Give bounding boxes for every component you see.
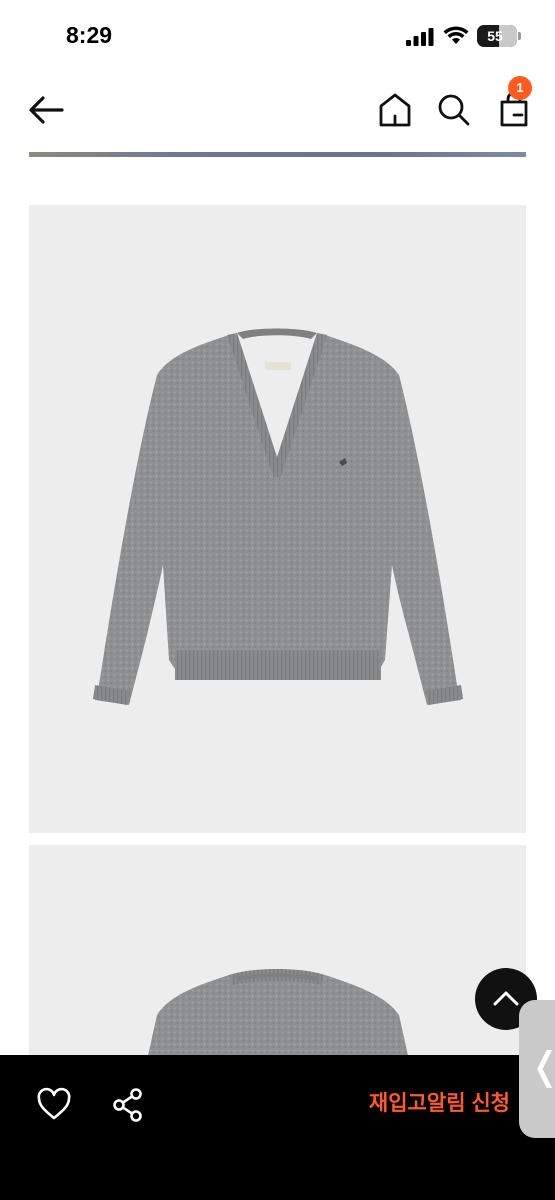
search-button[interactable]: [434, 90, 474, 130]
battery-icon: 55: [477, 25, 521, 47]
side-drawer-handle[interactable]: ❬: [519, 1000, 555, 1138]
status-time: 8:29: [66, 22, 113, 48]
product-image-back[interactable]: [29, 845, 526, 1060]
bottom-action-bar: 재입고알림 신청: [0, 1055, 555, 1200]
wishlist-button[interactable]: [34, 1085, 74, 1125]
chevron-up-icon: [493, 991, 519, 1006]
restock-alert-button[interactable]: 재입고알림 신청: [320, 1081, 510, 1127]
previous-image-edge: [29, 152, 526, 157]
chevron-left-icon: ❬: [529, 1044, 555, 1089]
nav-header: [0, 72, 555, 150]
back-button[interactable]: [24, 90, 68, 130]
home-button[interactable]: [376, 90, 414, 130]
status-bar: 8:29 55: [0, 0, 555, 72]
share-button[interactable]: [108, 1085, 148, 1125]
signal-icon: [406, 28, 434, 46]
sweater-back-illustration: [147, 969, 409, 1060]
product-image-front[interactable]: [29, 205, 526, 833]
cart-count-badge: 1: [508, 76, 532, 100]
home-icon: [379, 93, 411, 127]
search-icon: [438, 94, 470, 126]
battery-percent: 55: [487, 28, 503, 44]
back-arrow-icon: [29, 96, 64, 124]
heart-icon: [37, 1087, 71, 1120]
sweater-front-illustration: [93, 328, 463, 705]
share-icon: [113, 1088, 142, 1122]
wifi-icon: [443, 26, 469, 44]
